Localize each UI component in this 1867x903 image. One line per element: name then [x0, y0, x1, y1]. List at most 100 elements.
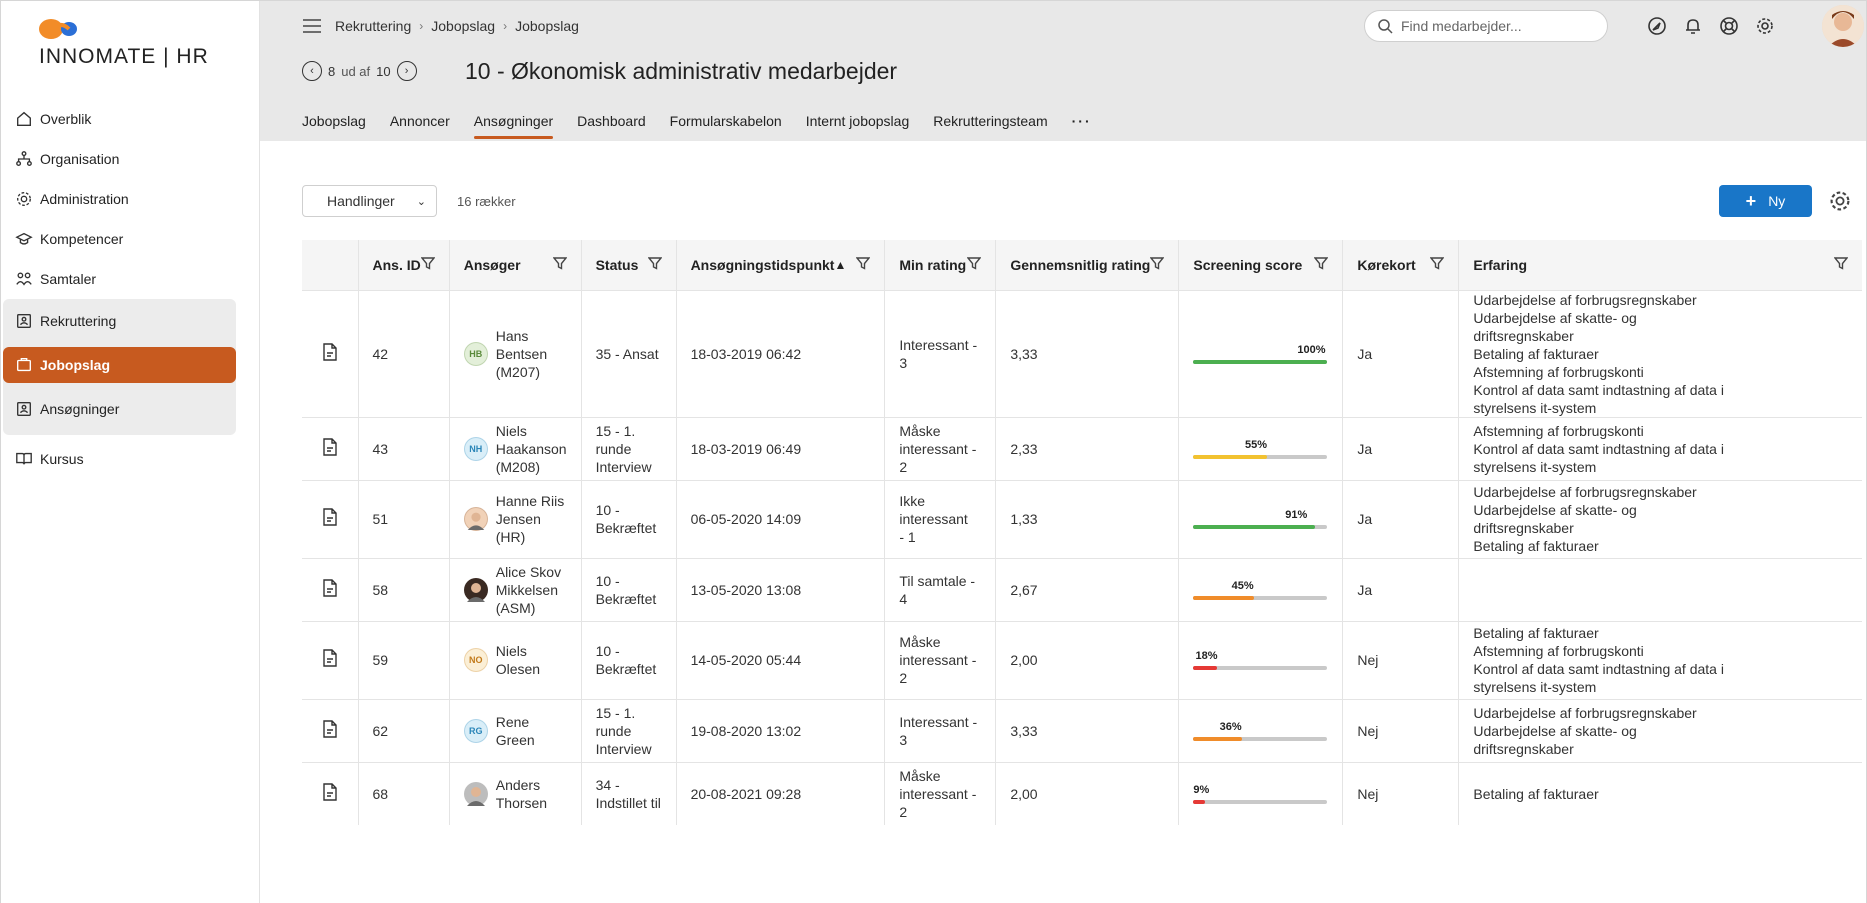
- cell-applicant[interactable]: NO Niels Olesen: [448, 620, 582, 699]
- sidebar-item-ansoegninger[interactable]: Ansøgninger: [3, 389, 236, 429]
- actions-dropdown-label: Handlinger: [327, 193, 395, 209]
- filter-icon[interactable]: [1833, 256, 1849, 273]
- job-post-icon: [14, 355, 34, 375]
- applicant-name-line: Thorsen: [495, 794, 548, 811]
- tab-annoncer[interactable]: Annoncer: [390, 107, 450, 139]
- column-header-min-rating[interactable]: Min rating: [884, 240, 996, 290]
- avatar: [463, 577, 488, 602]
- cell-license: Ja: [1342, 557, 1459, 621]
- status-line: Bekræftet: [595, 661, 657, 677]
- document-icon[interactable]: [322, 783, 338, 804]
- sidebar-item-administration[interactable]: Administration: [1, 179, 260, 219]
- cell-applicant[interactable]: Alice Skov Mikkelsen (ASM): [448, 557, 582, 621]
- column-header-label: Ansøgningstidspunkt: [690, 256, 835, 273]
- sort-ascending-icon[interactable]: ▲: [834, 258, 846, 272]
- cell-license: Nej: [1342, 698, 1459, 762]
- cell-status: 10 - Bekræftet: [580, 557, 677, 621]
- screening-score-label: 18%: [1195, 650, 1218, 662]
- sidebar-item-organisation[interactable]: Organisation: [1, 139, 260, 179]
- column-header-label: Screening score: [1193, 256, 1303, 273]
- document-icon[interactable]: [322, 437, 338, 459]
- cell-status: 10 - Bekræftet: [580, 620, 677, 699]
- filter-icon[interactable]: [647, 256, 663, 273]
- actions-dropdown[interactable]: Handlinger ⌄: [302, 185, 437, 217]
- filter-icon[interactable]: [1429, 256, 1445, 273]
- tab-rekrutteringsteam[interactable]: Rekrutteringsteam: [933, 107, 1047, 139]
- previous-record-button[interactable]: ‹: [302, 61, 322, 81]
- filter-icon[interactable]: [1149, 256, 1165, 273]
- cell-experience: Udarbejdelse af forbrugsregnskaber Udarbe…: [1458, 479, 1862, 558]
- document-icon[interactable]: [322, 508, 338, 529]
- sidebar-item-rekruttering[interactable]: Rekruttering: [3, 301, 236, 341]
- tab-dashboard[interactable]: Dashboard: [577, 107, 646, 139]
- table-row[interactable]: 62 RG Rene Green 15 - 1. runde Interview 19-0…: [302, 698, 1862, 762]
- logo[interactable]: INNOMATE | HR: [39, 17, 239, 71]
- column-header-erfaring[interactable]: Erfaring: [1458, 240, 1862, 290]
- column-header-status[interactable]: Status: [580, 240, 677, 290]
- experience-line: Betaling af fakturaer: [1473, 345, 1599, 362]
- filter-icon[interactable]: [420, 256, 436, 273]
- breadcrumb-item[interactable]: Rekruttering: [335, 18, 411, 34]
- filter-icon[interactable]: [1313, 256, 1329, 273]
- user-avatar[interactable]: [1822, 5, 1864, 47]
- sidebar-item-kursus[interactable]: Kursus: [1, 439, 260, 479]
- table-header-row: Ans. ID Ansøger Status Ansøgningstidspun…: [302, 240, 1862, 290]
- experience-line: Udarbejdelse af forbrugsregnskaber: [1473, 291, 1697, 308]
- sidebar-item-kompetencer[interactable]: Kompetencer: [1, 219, 260, 259]
- id-card-icon: [14, 311, 34, 331]
- column-header-koerekort[interactable]: Kørekort: [1342, 240, 1459, 290]
- cell-applicant[interactable]: Anders Thorsen: [448, 761, 582, 825]
- column-header-screening-score[interactable]: Screening score: [1178, 240, 1343, 290]
- help-lifebuoy-icon[interactable]: [1717, 14, 1741, 38]
- cell-applicant[interactable]: Hanne Riis Jensen (HR): [448, 479, 582, 558]
- table-row[interactable]: 58 Alice Skov Mikkelsen (ASM) 10 - Bekræftet 1…: [302, 557, 1862, 621]
- table-row[interactable]: 68 Anders Thorsen 34 - Indstillet til 20-08-2…: [302, 761, 1862, 825]
- column-header-ans-id[interactable]: Ans. ID: [357, 240, 450, 290]
- breadcrumb-item[interactable]: Jobopslag: [515, 18, 579, 34]
- cell-ans-id: 62: [357, 698, 450, 762]
- column-header-ansoeger[interactable]: Ansøger: [448, 240, 582, 290]
- sidebar-item-overblik[interactable]: Overblik: [1, 99, 260, 139]
- experience-line: Afstemning af forbrugskonti: [1473, 363, 1644, 380]
- status-line: Interview: [595, 740, 652, 757]
- tab-internt-jobopslag[interactable]: Internt jobopslag: [806, 107, 910, 139]
- cell-min-rating: Måske interessant - 2: [884, 620, 996, 699]
- table-row[interactable]: 42 HB Hans Bentsen (M207) 35 - Ansat 18-03-201…: [302, 289, 1862, 417]
- column-header-gennemsnitlig-rating[interactable]: Gennemsnitlig rating: [995, 240, 1179, 290]
- filter-icon[interactable]: [855, 256, 871, 273]
- search-box[interactable]: [1364, 10, 1608, 42]
- cell-applicant[interactable]: RG Rene Green: [448, 698, 582, 762]
- breadcrumb-item[interactable]: Jobopslag: [431, 18, 495, 34]
- document-icon[interactable]: [322, 342, 338, 364]
- sidebar-item-samtaler[interactable]: Samtaler: [1, 259, 260, 299]
- cell-screening-score: 91%: [1178, 479, 1343, 558]
- search-input[interactable]: [1401, 18, 1591, 34]
- new-application-button[interactable]: + Ny: [1719, 185, 1812, 217]
- column-header-ansoegningstidspunkt[interactable]: Ansøgningstidspunkt ▲: [675, 240, 885, 290]
- tab-more-menu[interactable]: ···: [1072, 107, 1092, 139]
- next-record-button[interactable]: ›: [396, 61, 417, 81]
- gear-icon[interactable]: [1753, 14, 1777, 38]
- table-settings-gear-icon[interactable]: [1828, 189, 1852, 213]
- filter-icon[interactable]: [966, 256, 982, 273]
- bell-icon[interactable]: [1681, 14, 1705, 38]
- cell-applicant[interactable]: HB Hans Bentsen (M207): [448, 289, 582, 417]
- filter-icon[interactable]: [552, 256, 568, 273]
- tab-formularskabelon[interactable]: Formularskabelon: [670, 107, 782, 139]
- navigation-icon[interactable]: [1645, 14, 1669, 38]
- table-body: 42 HB Hans Bentsen (M207) 35 - Ansat 18-03-201…: [302, 289, 1862, 825]
- cell-ans-id: 59: [357, 620, 450, 699]
- sidebar-item-jobopslag[interactable]: Jobopslag: [3, 347, 236, 383]
- user-avatar-image: [1822, 5, 1864, 47]
- tab-jobopslag[interactable]: Jobopslag: [302, 107, 366, 139]
- score-fill: [1193, 666, 1218, 670]
- document-icon[interactable]: [322, 578, 338, 600]
- tab-ansoegninger[interactable]: Ansøgninger: [473, 107, 554, 139]
- table-row[interactable]: 51 Hanne Riis Jensen (HR) 10 - Bekræftet 06-0…: [302, 479, 1862, 558]
- table-row[interactable]: 43 NH Niels Haakanson (M208) 15 - 1. runde Int…: [302, 416, 1862, 480]
- document-icon[interactable]: [322, 649, 338, 670]
- document-icon[interactable]: [322, 719, 338, 741]
- hamburger-menu-icon[interactable]: [302, 17, 322, 35]
- table-row[interactable]: 59 NO Niels Olesen 10 - Bekræftet 14-05-2020 …: [302, 620, 1862, 699]
- cell-applicant[interactable]: NH Niels Haakanson (M208): [448, 416, 582, 480]
